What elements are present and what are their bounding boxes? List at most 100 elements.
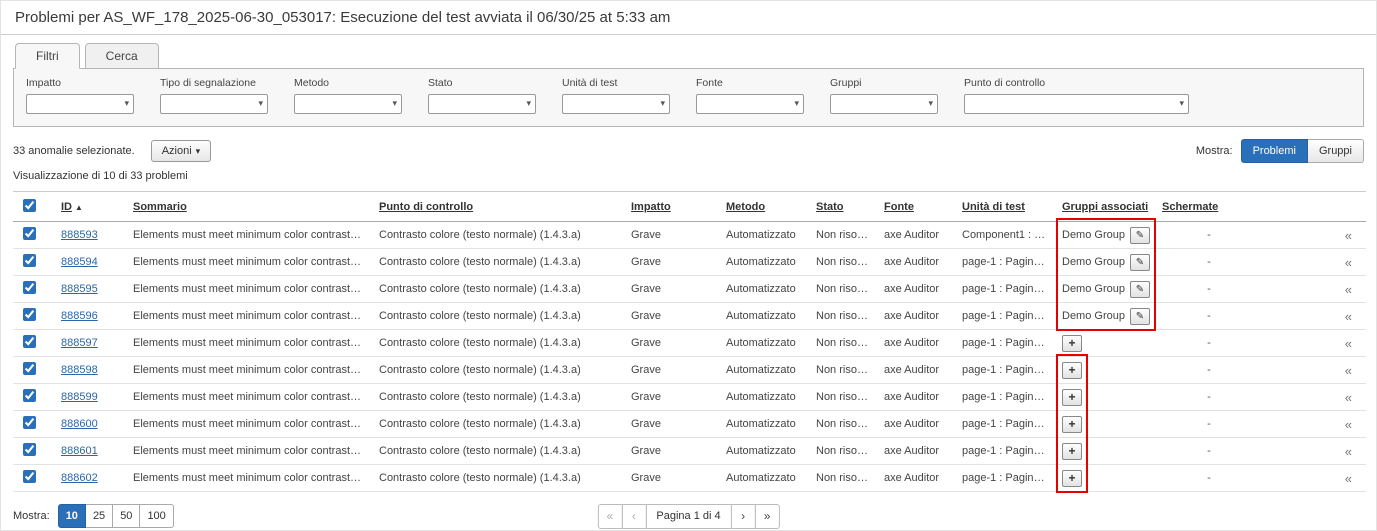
row-checkbox[interactable] xyxy=(23,227,36,240)
issue-id-link[interactable]: 888593 xyxy=(61,229,98,241)
view-problemi-button[interactable]: Problemi xyxy=(1241,139,1308,163)
collapse-columns-icon[interactable]: « xyxy=(1345,471,1352,486)
row-checkbox[interactable] xyxy=(23,470,36,483)
issue-impatto: Grave xyxy=(623,357,718,384)
edit-group-button[interactable]: ✎ xyxy=(1130,254,1150,271)
add-group-button[interactable]: + xyxy=(1062,470,1082,487)
column-header-impatto[interactable]: Impatto xyxy=(623,192,718,222)
next-page-button[interactable]: › xyxy=(731,504,756,529)
filter-select-impatto[interactable]: ▾ xyxy=(26,94,134,114)
issue-schermate: - xyxy=(1154,249,1264,276)
last-page-button[interactable]: » xyxy=(755,504,780,529)
page-size-10-button[interactable]: 10 xyxy=(58,504,86,528)
filter-group-fonte: Fonte ▾ xyxy=(696,77,804,114)
filter-group-gruppi: Gruppi ▾ xyxy=(830,77,938,114)
issue-metodo: Automatizzato xyxy=(718,357,808,384)
collapse-columns-icon[interactable]: « xyxy=(1345,363,1352,378)
collapse-columns-icon[interactable]: « xyxy=(1345,336,1352,351)
issue-schermate: - xyxy=(1154,465,1264,492)
edit-group-button[interactable]: ✎ xyxy=(1130,281,1150,298)
issue-punto-di-controllo: Contrasto colore (testo normale) (1.4.3.… xyxy=(371,465,623,492)
issue-fonte: axe Auditor xyxy=(876,303,954,330)
collapse-columns-icon[interactable]: « xyxy=(1345,228,1352,243)
selected-count-text: 33 anomalie selezionate. xyxy=(13,145,135,157)
issue-schermate: - xyxy=(1154,276,1264,303)
plus-icon: + xyxy=(1068,471,1075,485)
issue-id-link[interactable]: 888600 xyxy=(61,418,98,430)
issue-punto-di-controllo: Contrasto colore (testo normale) (1.4.3.… xyxy=(371,249,623,276)
view-gruppi-button[interactable]: Gruppi xyxy=(1308,139,1364,163)
column-header-schermate[interactable]: Schermate xyxy=(1154,192,1264,222)
filter-select-fonte[interactable]: ▾ xyxy=(696,94,804,114)
filter-group-tipo-di-segnalazione: Tipo di segnalazione ▾ xyxy=(160,77,268,114)
filter-select-tipo-di-segnalazione[interactable]: ▾ xyxy=(160,94,268,114)
first-page-button[interactable]: « xyxy=(597,504,622,529)
collapse-columns-icon[interactable]: « xyxy=(1345,390,1352,405)
filter-select-metodo[interactable]: ▾ xyxy=(294,94,402,114)
collapse-columns-icon[interactable]: « xyxy=(1345,309,1352,324)
tab-filtri[interactable]: Filtri xyxy=(15,43,80,69)
row-checkbox[interactable] xyxy=(23,308,36,321)
column-header-punto-di-controllo[interactable]: Punto di controllo xyxy=(371,192,623,222)
column-header-id[interactable]: ID▲ xyxy=(53,192,125,222)
collapse-columns-icon[interactable]: « xyxy=(1345,444,1352,459)
filter-select-gruppi[interactable]: ▾ xyxy=(830,94,938,114)
filter-select-unita-di-test[interactable]: ▾ xyxy=(562,94,670,114)
issue-id-link[interactable]: 888597 xyxy=(61,337,98,349)
issue-schermate: - xyxy=(1154,303,1264,330)
row-checkbox[interactable] xyxy=(23,254,36,267)
collapse-columns-icon[interactable]: « xyxy=(1345,282,1352,297)
issue-id-link[interactable]: 888601 xyxy=(61,445,98,457)
column-header-unita-di-test[interactable]: Unità di test xyxy=(954,192,1054,222)
prev-page-button[interactable]: ‹ xyxy=(621,504,646,529)
issue-id-link[interactable]: 888598 xyxy=(61,364,98,376)
column-header-stato[interactable]: Stato xyxy=(808,192,876,222)
issue-id-link[interactable]: 888602 xyxy=(61,472,98,484)
column-header-sommario[interactable]: Sommario xyxy=(125,192,371,222)
actions-button[interactable]: Azioni▾ xyxy=(151,140,212,162)
filter-select-punto-di-controllo[interactable]: ▾ xyxy=(964,94,1189,114)
edit-group-button[interactable]: ✎ xyxy=(1130,227,1150,244)
view-toggle: Problemi Gruppi xyxy=(1241,139,1364,163)
row-checkbox[interactable] xyxy=(23,335,36,348)
add-group-button[interactable]: + xyxy=(1062,443,1082,460)
issue-id-link[interactable]: 888596 xyxy=(61,310,98,322)
select-all-checkbox[interactable] xyxy=(23,199,36,212)
row-checkbox[interactable] xyxy=(23,362,36,375)
issue-row: 888600 Elements must meet minimum color … xyxy=(13,411,1366,438)
filter-select-stato[interactable]: ▾ xyxy=(428,94,536,114)
collapse-columns-icon[interactable]: « xyxy=(1345,255,1352,270)
issue-schermate: - xyxy=(1154,330,1264,357)
tab-cerca[interactable]: Cerca xyxy=(85,43,159,69)
issue-id-link[interactable]: 888595 xyxy=(61,283,98,295)
row-checkbox[interactable] xyxy=(23,416,36,429)
edit-group-button[interactable]: ✎ xyxy=(1130,308,1150,325)
issue-gruppi-cell: ✎ + xyxy=(1054,465,1154,492)
column-header-gruppi-associati[interactable]: Gruppi associati xyxy=(1054,192,1154,222)
issue-metodo: Automatizzato xyxy=(718,303,808,330)
issue-id-link[interactable]: 888594 xyxy=(61,256,98,268)
issue-stato: Non risolto xyxy=(808,303,876,330)
add-group-button[interactable]: + xyxy=(1062,416,1082,433)
page-size-100-button[interactable]: 100 xyxy=(140,504,173,528)
add-group-button[interactable]: + xyxy=(1062,335,1082,352)
issue-unita-di-test: Component1 : Com... xyxy=(954,222,1054,249)
row-checkbox[interactable] xyxy=(23,281,36,294)
issue-sommario: Elements must meet minimum color contras… xyxy=(125,330,371,357)
filter-label: Gruppi xyxy=(830,77,938,89)
column-header-fonte[interactable]: Fonte xyxy=(876,192,954,222)
column-header-metodo[interactable]: Metodo xyxy=(718,192,808,222)
collapse-columns-icon[interactable]: « xyxy=(1345,417,1352,432)
issue-id-link[interactable]: 888599 xyxy=(61,391,98,403)
issue-fonte: axe Auditor xyxy=(876,249,954,276)
row-checkbox[interactable] xyxy=(23,443,36,456)
plus-icon: + xyxy=(1068,417,1075,431)
issue-stato: Non risolto xyxy=(808,384,876,411)
caret-down-icon: ▾ xyxy=(794,98,799,109)
row-checkbox[interactable] xyxy=(23,389,36,402)
add-group-button[interactable]: + xyxy=(1062,362,1082,379)
page-size-50-button[interactable]: 50 xyxy=(113,504,140,528)
page-size-25-button[interactable]: 25 xyxy=(86,504,113,528)
page-title: Problemi per AS_WF_178_2025-06-30_053017… xyxy=(1,1,1376,35)
add-group-button[interactable]: + xyxy=(1062,389,1082,406)
